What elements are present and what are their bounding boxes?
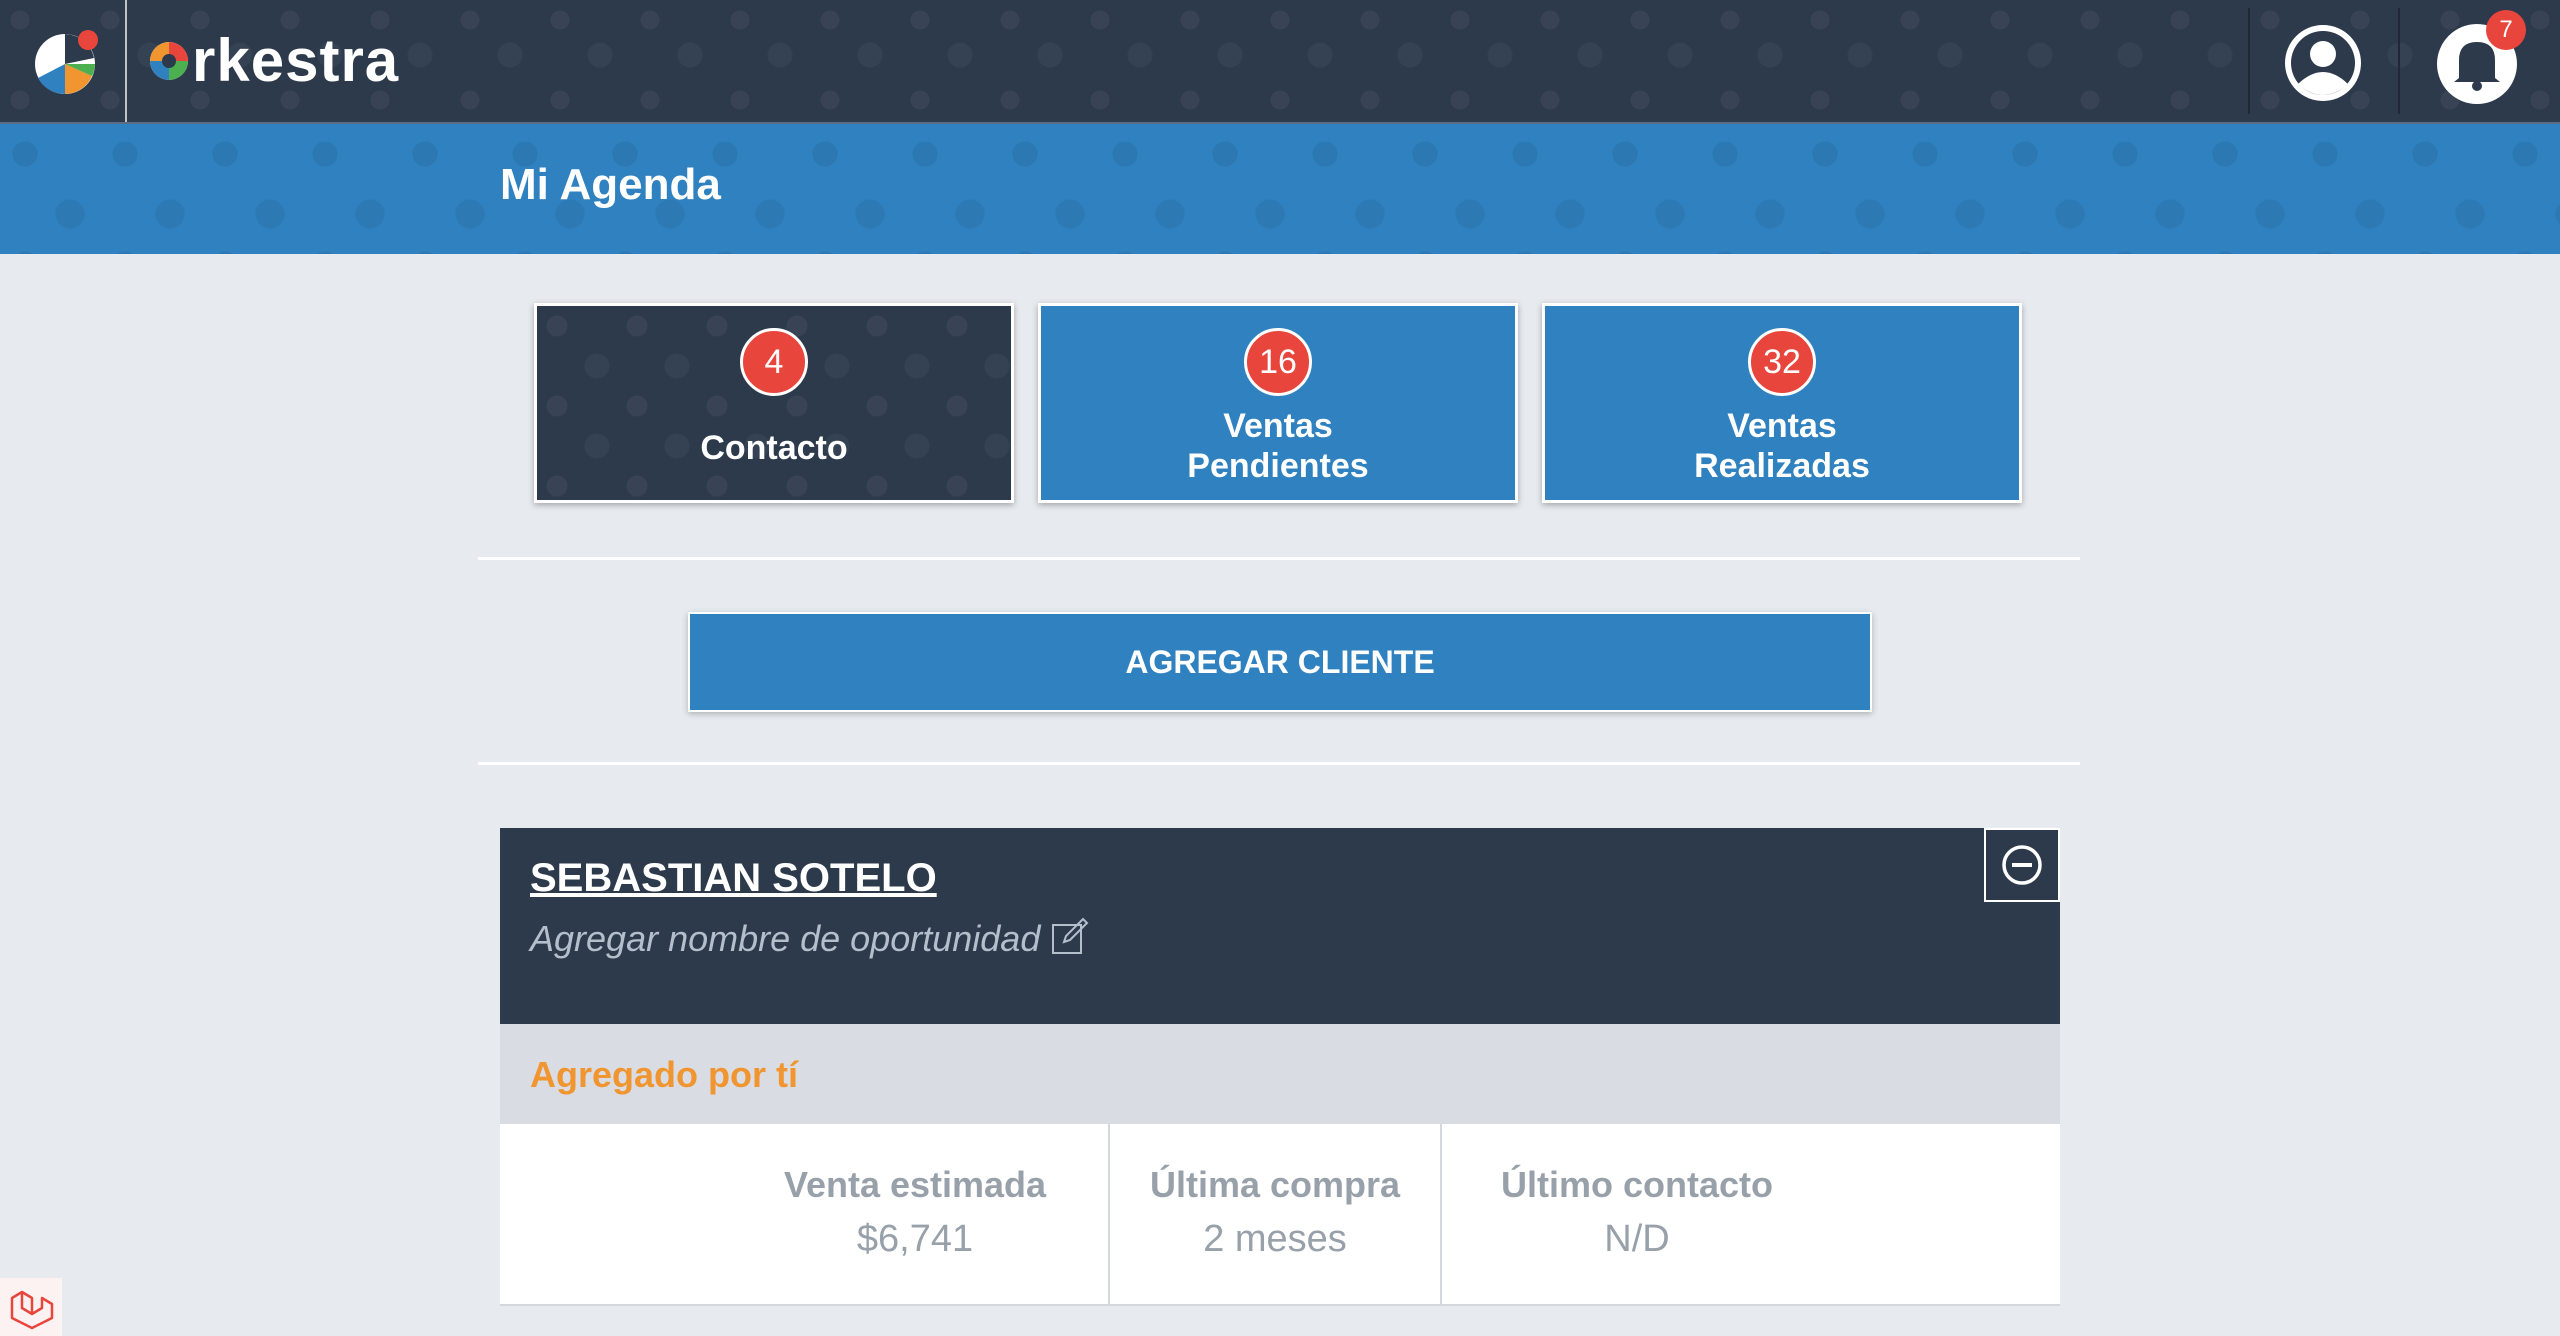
- stat-label: Último contacto: [1500, 1164, 1773, 1205]
- edit-icon[interactable]: [1050, 916, 1090, 956]
- opportunity-name-placeholder[interactable]: Agregar nombre de oportunidad: [530, 918, 1040, 960]
- card-label-line: Pendientes: [1187, 447, 1369, 485]
- page-title-bar: [0, 124, 2560, 254]
- card-count-badge: 4: [740, 328, 808, 396]
- stat-value: $6,741: [856, 1218, 974, 1260]
- stat-ultima-compra: Última compra 2 meses: [1110, 1124, 1440, 1304]
- header-separator: [2398, 8, 2400, 114]
- card-ventas-pendientes[interactable]: 16 Ventas Pendientes: [1038, 303, 1518, 503]
- card-label-line: Realizadas: [1694, 447, 1870, 485]
- card-label: Contacto: [700, 429, 848, 467]
- card-label-line: Ventas: [1223, 407, 1333, 445]
- card-label-line: Ventas: [1727, 407, 1837, 445]
- card-count-badge: 32: [1748, 328, 1816, 396]
- notification-count-badge: 7: [2486, 10, 2526, 50]
- stat-value: 2 meses: [1203, 1218, 1347, 1260]
- brand-o-icon: [150, 42, 188, 80]
- page-title: Mi Agenda: [500, 160, 721, 209]
- brand-logo[interactable]: rkestra: [148, 28, 399, 94]
- stat-ultimo-contacto: Último contacto N/D: [1442, 1124, 1832, 1304]
- user-profile-icon[interactable]: [2278, 20, 2368, 106]
- minus-circle-icon: [2002, 845, 2042, 885]
- card-contacto[interactable]: 4 Contacto: [534, 303, 1014, 503]
- add-client-button[interactable]: AGREGAR CLIENTE: [688, 612, 1872, 712]
- stat-label: Última compra: [1149, 1164, 1401, 1205]
- client-name-link[interactable]: SEBASTIAN SOTELO: [530, 856, 937, 901]
- stat-venta-estimada: Venta estimada $6,741: [730, 1124, 1100, 1304]
- header-separator: [2248, 8, 2250, 114]
- brand-name: rkestra: [192, 27, 400, 94]
- card-label: Ventas Realizadas: [1545, 406, 2019, 486]
- divider: [478, 762, 2080, 765]
- stat-value: N/D: [1604, 1218, 1670, 1260]
- collapse-button[interactable]: [1984, 828, 2060, 902]
- card-ventas-realizadas[interactable]: 32 Ventas Realizadas: [1542, 303, 2022, 503]
- added-by-label: Agregado por tí: [530, 1054, 798, 1095]
- stat-label: Venta estimada: [783, 1164, 1047, 1205]
- divider: [478, 557, 2080, 560]
- logo-divider: [125, 0, 127, 122]
- orkestra-logo-icon[interactable]: [30, 28, 100, 98]
- laravel-debug-icon[interactable]: [0, 1278, 62, 1336]
- card-label: Ventas Pendientes: [1041, 406, 1515, 486]
- card-count-badge: 16: [1244, 328, 1312, 396]
